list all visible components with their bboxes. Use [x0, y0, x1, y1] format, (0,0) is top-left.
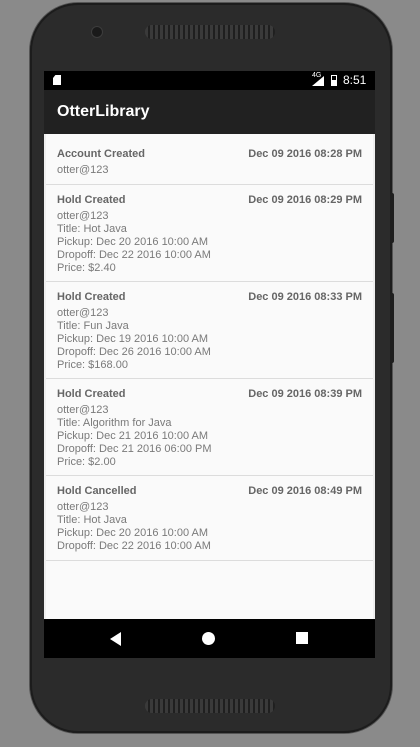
app-title: OtterLibrary [57, 103, 150, 120]
front-camera [92, 27, 102, 37]
log-entry-price: Price: $2.00 [57, 456, 116, 468]
log-entry: Hold Created Dec 09 2016 08:39 PM otter@… [46, 379, 373, 476]
app-bar: OtterLibrary [44, 90, 375, 134]
bottom-speaker [145, 699, 275, 713]
log-entry-dropoff: Dropoff: Dec 21 2016 06:00 PM [57, 443, 212, 455]
recents-icon[interactable] [296, 632, 308, 644]
log-entry-type: Hold Cancelled [57, 485, 137, 497]
sd-card-icon [53, 75, 61, 85]
log-entry-type: Account Created [57, 148, 146, 160]
log-entry-timestamp: Dec 09 2016 08:49 PM [248, 485, 362, 497]
log-entry-pickup: Pickup: Dec 20 2016 10:00 AM [57, 527, 209, 539]
log-entry: Hold Created Dec 09 2016 08:33 PM otter@… [46, 282, 373, 379]
back-icon[interactable] [110, 632, 121, 646]
log-entry-timestamp: Dec 09 2016 08:39 PM [248, 388, 362, 400]
log-entry-user: otter@123 [57, 307, 109, 319]
log-entry-type: Hold Created [57, 291, 126, 303]
log-entry-pickup: Pickup: Dec 19 2016 10:00 AM [57, 333, 209, 345]
battery-icon [331, 75, 337, 86]
status-time: 8:51 [343, 73, 367, 87]
log-entry-dropoff: Dropoff: Dec 22 2016 10:00 AM [57, 540, 211, 552]
status-bar: 4G 8:51 [44, 71, 375, 90]
log-entry-timestamp: Dec 09 2016 08:29 PM [248, 194, 362, 206]
top-speaker [145, 25, 275, 39]
screen: 4G 8:51 OtterLibrary Account Created Dec… [44, 71, 375, 658]
log-entry-title: Title: Hot Java [57, 514, 127, 526]
log-entry: Hold Created Dec 09 2016 08:29 PM otter@… [46, 185, 373, 282]
log-entry-user: otter@123 [57, 501, 109, 513]
log-entry-dropoff: Dropoff: Dec 22 2016 10:00 AM [57, 249, 211, 261]
log-entry-timestamp: Dec 09 2016 08:33 PM [248, 291, 362, 303]
log-entry-dropoff: Dropoff: Dec 26 2016 10:00 AM [57, 346, 211, 358]
log-entry-type: Hold Created [57, 388, 126, 400]
log-entry-title: Title: Hot Java [57, 223, 127, 235]
log-entry-user: otter@123 [57, 404, 109, 416]
log-list[interactable]: Account Created Dec 09 2016 08:28 PM ott… [46, 148, 373, 561]
log-entry-user: otter@123 [57, 210, 109, 222]
log-dialog: Account Created Dec 09 2016 08:28 PM ott… [46, 134, 373, 658]
log-entry-pickup: Pickup: Dec 21 2016 10:00 AM [57, 430, 209, 442]
log-entry-user: otter@123 [57, 164, 109, 176]
log-entry-title: Title: Algorithm for Java [57, 417, 172, 429]
network-type: 4G [312, 72, 322, 79]
log-entry-price: Price: $168.00 [57, 359, 128, 371]
log-entry: Account Created Dec 09 2016 08:28 PM ott… [46, 148, 373, 185]
navigation-bar [44, 619, 375, 658]
power-button [390, 293, 394, 363]
log-entry-type: Hold Created [57, 194, 126, 206]
log-entry-timestamp: Dec 09 2016 08:28 PM [248, 148, 362, 160]
log-entry-pickup: Pickup: Dec 20 2016 10:00 AM [57, 236, 209, 248]
log-entry-title: Title: Fun Java [57, 320, 129, 332]
log-entry: Hold Cancelled Dec 09 2016 08:49 PM otte… [46, 476, 373, 561]
volume-button [390, 193, 394, 243]
log-entry-price: Price: $2.40 [57, 262, 116, 274]
home-icon[interactable] [202, 632, 215, 645]
content-area: Account Created Dec 09 2016 08:28 PM ott… [44, 134, 375, 658]
